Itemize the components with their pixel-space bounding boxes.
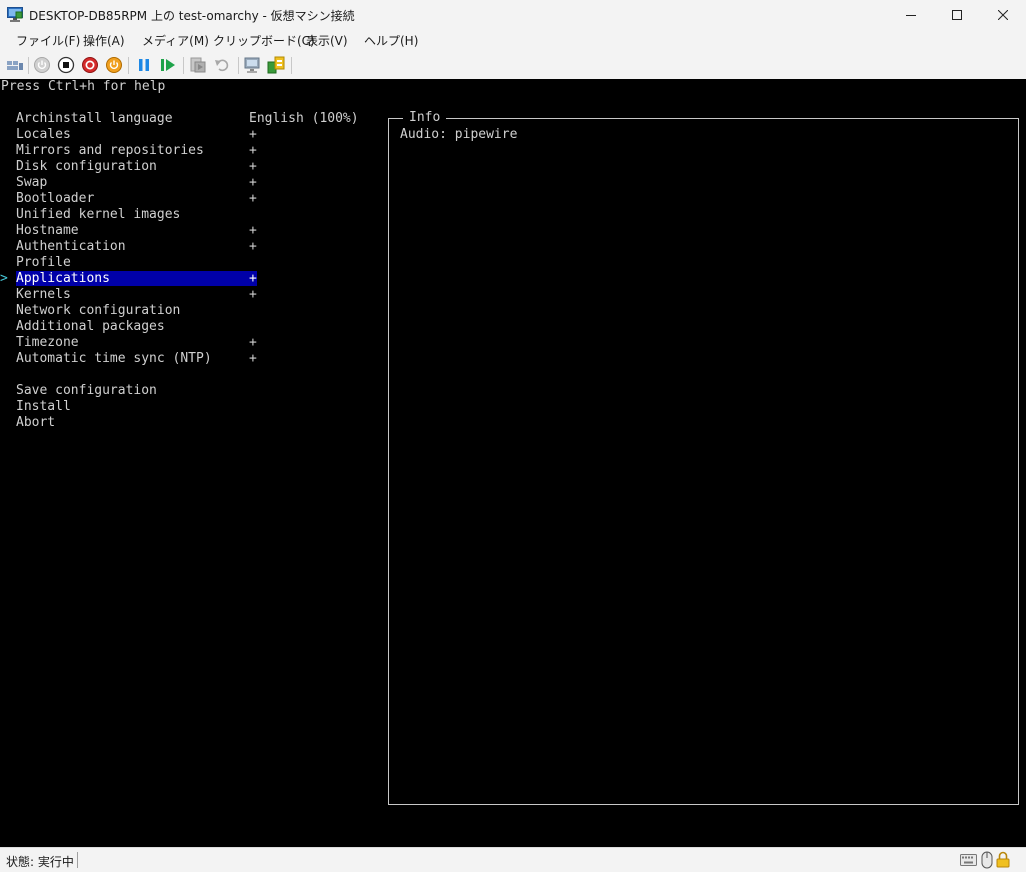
help-hint: Press Ctrl+h for help [1, 79, 166, 94]
toolbar-separator [128, 57, 129, 74]
start-icon[interactable] [33, 56, 51, 74]
title-bar: DESKTOP-DB85RPM 上の test-omarchy - 仮想マシン接… [0, 0, 1026, 30]
maximize-icon [952, 10, 962, 20]
menu-item-timezone[interactable]: Timezone [16, 335, 79, 351]
menu-value-hostname: + [249, 223, 257, 238]
action-abort[interactable]: Abort [16, 415, 55, 431]
status-text: 状態: 実行中 [6, 855, 74, 869]
menu-value-authentication: + [249, 239, 257, 254]
menu-view[interactable]: 表示(V) [306, 32, 348, 49]
close-button[interactable] [980, 0, 1026, 30]
menu-item-disk-configuration[interactable]: Disk configuration [16, 159, 157, 175]
lock-icon [996, 851, 1010, 868]
menu-item-bootloader[interactable]: Bootloader [16, 191, 94, 207]
menu-value-archinstall-language: English (100%) [249, 111, 359, 126]
vm-connect-icon [7, 7, 23, 22]
revert-icon[interactable] [213, 56, 231, 74]
pause-icon[interactable] [135, 56, 153, 74]
toolbar-separator [291, 57, 292, 74]
menu-clipboard[interactable]: クリップボード(C) [213, 32, 315, 49]
shut-down-icon[interactable] [81, 56, 99, 74]
menu-item-time-sync[interactable]: Automatic time sync (NTP) [16, 351, 212, 367]
menu-item-network-configuration[interactable]: Network configuration [16, 303, 180, 319]
vm-screen[interactable]: Press Ctrl+h for help > Archinstall lang… [0, 79, 1026, 847]
menu-item-locales[interactable]: Locales [16, 127, 71, 143]
action-save-configuration[interactable]: Save configuration [16, 383, 157, 399]
cursor-indicator: > [0, 271, 8, 286]
mouse-icon [981, 851, 993, 869]
toolbar-separator [28, 57, 29, 74]
enhanced-session-icon[interactable] [244, 56, 262, 74]
menu-value-bootloader: + [249, 191, 257, 206]
menu-value-time-sync: + [249, 351, 257, 366]
toolbar [0, 51, 1026, 79]
menu-item-additional-packages[interactable]: Additional packages [16, 319, 165, 335]
menu-help[interactable]: ヘルプ(H) [364, 32, 418, 49]
menu-item-authentication[interactable]: Authentication [16, 239, 126, 255]
menu-action[interactable]: 操作(A) [83, 32, 125, 49]
maximize-button[interactable] [934, 0, 980, 30]
menu-item-hostname[interactable]: Hostname [16, 223, 79, 239]
menu-value-mirrors: + [249, 143, 257, 158]
save-icon[interactable] [105, 56, 123, 74]
close-icon [998, 10, 1008, 20]
minimize-icon [906, 15, 916, 16]
menu-value-kernels: + [249, 287, 257, 302]
ctrl-alt-del-icon[interactable] [6, 56, 24, 74]
menu-value-disk-configuration: + [249, 159, 257, 174]
toolbar-separator [238, 57, 239, 74]
status-separator [77, 852, 78, 868]
menu-item-swap[interactable]: Swap [16, 175, 47, 191]
menu-item-profile[interactable]: Profile [16, 255, 71, 271]
resume-icon[interactable] [159, 56, 177, 74]
turn-off-icon[interactable] [57, 56, 75, 74]
status-bar: 状態: 実行中 [0, 847, 1026, 872]
menu-value-applications: + [249, 271, 257, 286]
action-install[interactable]: Install [16, 399, 71, 415]
share-icon[interactable] [267, 56, 285, 74]
menu-value-swap: + [249, 175, 257, 190]
menu-item-applications[interactable]: Applications [16, 271, 110, 287]
menu-file[interactable]: ファイル(F) [16, 32, 80, 49]
menu-item-kernels[interactable]: Kernels [16, 287, 71, 303]
toolbar-separator [183, 57, 184, 74]
menu-item-mirrors[interactable]: Mirrors and repositories [16, 143, 204, 159]
info-panel [388, 118, 1019, 805]
minimize-button[interactable] [888, 0, 934, 30]
menu-value-locales: + [249, 127, 257, 142]
menu-item-archinstall-language[interactable]: Archinstall language [16, 111, 173, 127]
menu-item-unified-kernel-images[interactable]: Unified kernel images [16, 207, 180, 223]
info-panel-text: Audio: pipewire [400, 127, 518, 142]
menu-value-timezone: + [249, 335, 257, 350]
menu-bar: ファイル(F) 操作(A) メディア(M) クリップボード(C) 表示(V) ヘ… [0, 30, 1026, 51]
keyboard-icon [960, 854, 977, 866]
info-panel-title: Info [403, 110, 447, 126]
menu-media[interactable]: メディア(M) [142, 32, 209, 49]
checkpoint-icon[interactable] [189, 56, 207, 74]
window-title: DESKTOP-DB85RPM 上の test-omarchy - 仮想マシン接… [29, 9, 355, 23]
